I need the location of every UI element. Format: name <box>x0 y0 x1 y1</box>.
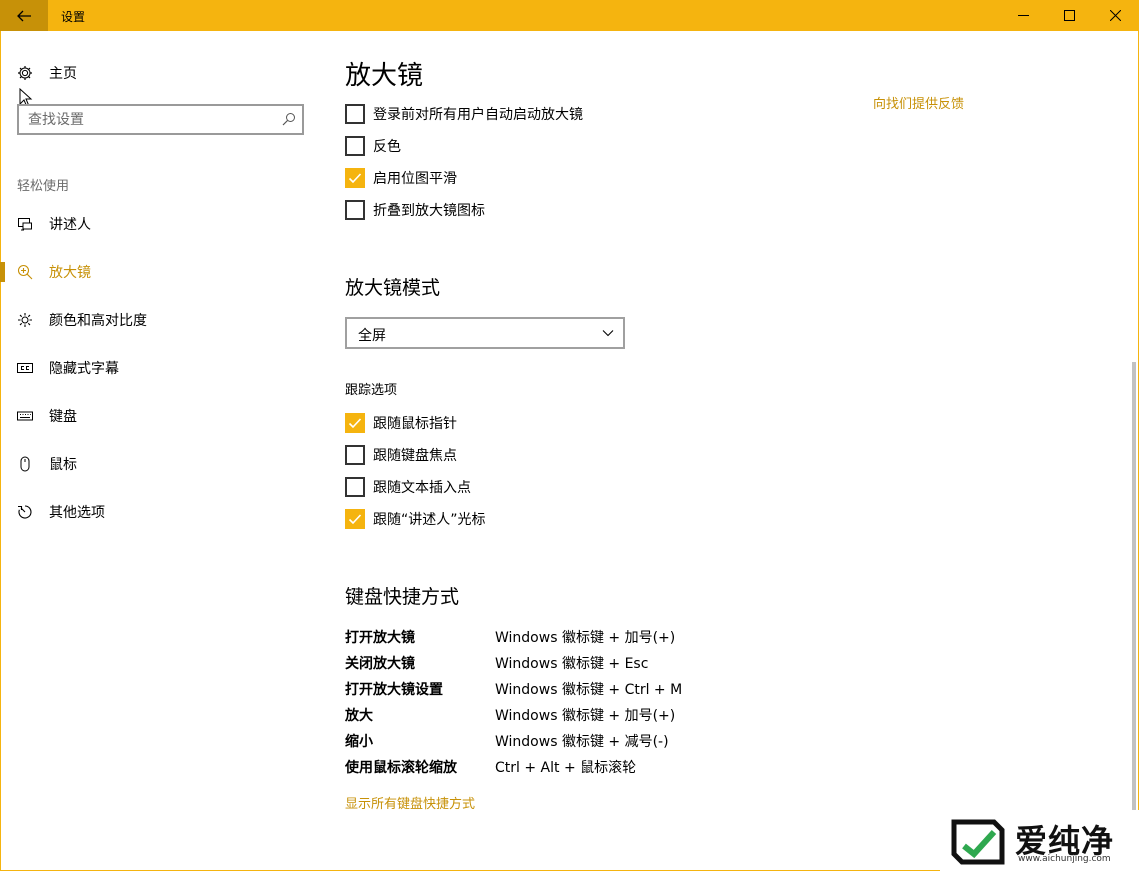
minimize-icon <box>1017 15 1029 16</box>
shortcut-action: 关闭放大镜 <box>345 656 415 672</box>
page-title: 放大镜 <box>345 61 424 91</box>
shortcut-keys: Ctrl + Alt + 鼠标滚轮 <box>495 760 637 776</box>
keyboard-icon <box>17 411 33 421</box>
active-indicator <box>0 262 5 282</box>
shortcut-keys: Windows 徽标键 + 加号(+) <box>495 708 676 724</box>
shortcut-keys: Windows 徽标键 + Esc <box>495 656 649 672</box>
search-box[interactable] <box>17 104 304 135</box>
tracking-heading: 跟踪选项 <box>345 383 398 398</box>
show-all-shortcuts-link[interactable]: 显示所有键盘快捷方式 <box>345 793 475 812</box>
sidebar-item-color-contrast[interactable]: 颜色和高对比度 <box>0 300 330 340</box>
watermark-logo-icon <box>951 819 1005 865</box>
checkbox-label: 反色 <box>373 139 401 155</box>
sidebar-item-label: 键盘 <box>49 409 77 425</box>
chevron-down-icon <box>602 330 614 337</box>
option-collapse-to-icon-checkbox[interactable]: 折叠到放大镜图标 <box>345 200 485 220</box>
mode-dropdown[interactable]: 全屏 <box>345 317 625 349</box>
shortcut-keys: Windows 徽标键 + 加号(+) <box>495 630 676 646</box>
gear-icon <box>18 66 32 80</box>
closed-caption-icon <box>17 363 33 373</box>
option-bitmap-smoothing-checkbox[interactable]: 启用位图平滑 <box>345 168 457 188</box>
narrator-icon <box>18 218 32 231</box>
window-title: 设置 <box>61 10 86 24</box>
close-icon <box>1109 10 1121 21</box>
tracking-text-cursor-checkbox[interactable]: 跟随文本插入点 <box>345 477 471 497</box>
checkbox-checked[interactable] <box>345 413 365 433</box>
watermark-url: www.aichunjing.com <box>1018 854 1111 864</box>
shortcut-action: 缩小 <box>345 734 373 750</box>
magnifier-icon <box>17 264 33 280</box>
checkbox[interactable] <box>345 136 365 156</box>
shortcut-action: 使用鼠标滚轮缩放 <box>345 760 457 776</box>
checkbox[interactable] <box>345 445 365 465</box>
shortcut-action: 打开放大镜设置 <box>345 682 443 698</box>
brightness-icon <box>18 313 32 327</box>
sidebar-home-label: 主页 <box>49 66 77 82</box>
checkmark-icon <box>348 173 362 184</box>
sidebar-item-label: 放大镜 <box>49 265 91 281</box>
watermark: 爱纯净 www.aichunjing.com <box>940 810 1139 871</box>
sidebar-item-label: 其他选项 <box>49 505 105 521</box>
shortcut-keys: Windows 徽标键 + 减号(-) <box>495 734 669 750</box>
sidebar-item-closed-captions[interactable]: 隐藏式字幕 <box>0 348 330 388</box>
checkbox-label: 跟随“讲述人”光标 <box>373 512 486 528</box>
mouse-icon <box>20 456 30 472</box>
maximize-icon <box>1063 10 1075 21</box>
mode-heading: 放大镜模式 <box>345 277 441 299</box>
tracking-mouse-checkbox[interactable]: 跟随鼠标指针 <box>345 413 457 433</box>
checkmark-icon <box>348 514 362 525</box>
sidebar-item-keyboard[interactable]: 键盘 <box>0 396 330 436</box>
checkbox-checked[interactable] <box>345 168 365 188</box>
sidebar-item-magnifier[interactable]: 放大镜 <box>0 252 330 292</box>
shortcut-action: 打开放大镜 <box>345 630 415 646</box>
sidebar-item-mouse[interactable]: 鼠标 <box>0 444 330 484</box>
checkbox[interactable] <box>345 104 365 124</box>
checkbox-checked[interactable] <box>345 509 365 529</box>
shortcut-action: 放大 <box>345 708 373 724</box>
back-arrow-icon <box>17 10 31 21</box>
checkbox[interactable] <box>345 200 365 220</box>
maximize-button[interactable] <box>1046 0 1092 31</box>
sidebar-item-label: 讲述人 <box>49 217 91 233</box>
tracking-narrator-checkbox[interactable]: 跟随“讲述人”光标 <box>345 509 486 529</box>
checkbox-label: 登录前对所有用户自动启动放大镜 <box>373 107 583 123</box>
back-button[interactable] <box>0 0 48 31</box>
title-bar: 设置 <box>0 0 1139 31</box>
checkmark-icon <box>348 418 362 429</box>
sidebar-home[interactable]: 主页 <box>17 62 77 84</box>
sidebar-item-label: 颜色和高对比度 <box>49 313 147 329</box>
checkbox-label: 跟随文本插入点 <box>373 480 471 496</box>
checkbox[interactable] <box>345 477 365 497</box>
close-button[interactable] <box>1092 0 1138 31</box>
search-input[interactable] <box>28 111 268 129</box>
sidebar-section-label: 轻松使用 <box>17 179 70 194</box>
option-invert-colors-checkbox[interactable]: 反色 <box>345 136 401 156</box>
sidebar-item-narrator[interactable]: 讲述人 <box>0 204 330 244</box>
shortcut-keys: Windows 徽标键 + Ctrl + M <box>495 682 683 698</box>
sidebar-item-other-options[interactable]: 其他选项 <box>0 492 330 532</box>
scrollbar[interactable] <box>1132 362 1136 814</box>
sidebar-item-label: 隐藏式字幕 <box>49 361 119 377</box>
minimize-button[interactable] <box>1000 0 1046 31</box>
option-autostart-checkbox[interactable]: 登录前对所有用户自动启动放大镜 <box>345 104 583 124</box>
shortcuts-heading: 键盘快捷方式 <box>345 586 460 608</box>
checkbox-label: 跟随键盘焦点 <box>373 448 457 464</box>
other-options-icon <box>18 505 32 519</box>
tracking-keyboard-checkbox[interactable]: 跟随键盘焦点 <box>345 445 457 465</box>
checkbox-label: 折叠到放大镜图标 <box>373 203 485 219</box>
feedback-link[interactable]: 向找们提供反馈 <box>873 93 964 112</box>
search-icon[interactable] <box>282 112 296 126</box>
checkbox-label: 启用位图平滑 <box>373 171 457 187</box>
sidebar-item-label: 鼠标 <box>49 457 77 473</box>
mode-dropdown-value: 全屏 <box>358 328 386 344</box>
checkbox-label: 跟随鼠标指针 <box>373 416 457 432</box>
